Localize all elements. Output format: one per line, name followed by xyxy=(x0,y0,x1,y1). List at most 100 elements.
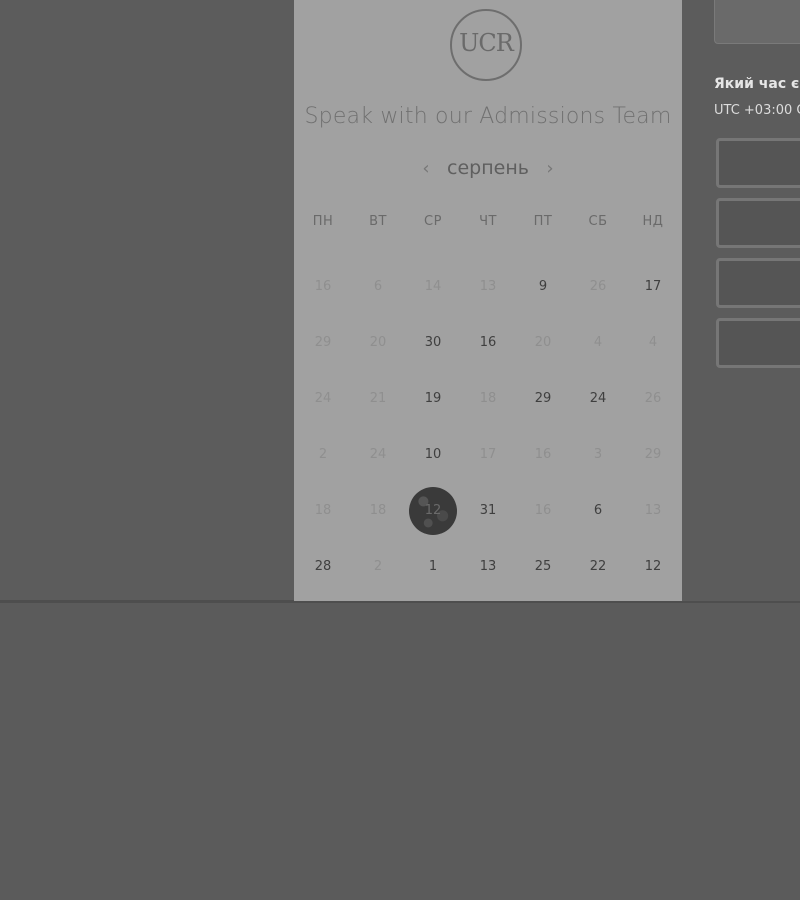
calendar-day-number: 20 xyxy=(534,335,552,350)
calendar-day[interactable]: 16 xyxy=(461,315,515,371)
calendar-day-number: 29 xyxy=(314,335,332,350)
weekday-label: СБ xyxy=(588,214,608,229)
calendar-day-number: 2 xyxy=(318,447,328,462)
calendar-day[interactable]: 22 xyxy=(571,539,625,595)
calendar-day[interactable]: 28 xyxy=(296,539,350,595)
calendar-day: 20 xyxy=(516,315,570,371)
calendar-day-number: 26 xyxy=(589,279,607,294)
calendar-day[interactable]: 24 xyxy=(571,371,625,427)
time-slot-button[interactable] xyxy=(716,138,800,188)
calendar-day-number: 29 xyxy=(534,391,552,406)
calendar-day: 24 xyxy=(351,427,405,483)
calendar-day: 24 xyxy=(296,371,350,427)
calendar-day: 13 xyxy=(626,483,680,539)
calendar-day-selected[interactable]: 12 xyxy=(406,483,460,539)
calendar-day-number: 14 xyxy=(424,279,442,294)
weekday-label: НД xyxy=(642,214,664,229)
card-title: Speak with our Admissions Team xyxy=(304,104,672,129)
calendar-day-number: 4 xyxy=(593,335,603,350)
calendar-day[interactable]: 9 xyxy=(516,259,570,315)
page-background-left xyxy=(0,0,294,600)
time-slot-button[interactable] xyxy=(716,318,800,368)
calendar-day-number: 3 xyxy=(593,447,603,462)
calendar-day[interactable]: 1 xyxy=(406,539,460,595)
scheduler-card: UCR Speak with our Admissions Team ‹ сер… xyxy=(294,0,682,601)
calendar-day: 18 xyxy=(296,483,350,539)
timezone-question: Який час є xyxy=(714,76,800,92)
time-slot-button[interactable] xyxy=(716,258,800,308)
calendar-day[interactable]: 29 xyxy=(516,371,570,427)
calendar-day[interactable]: 17 xyxy=(626,259,680,315)
calendar-day: 18 xyxy=(461,371,515,427)
calendar-day: 20 xyxy=(351,315,405,371)
calendar-day: 21 xyxy=(351,371,405,427)
calendar-day-number: 9 xyxy=(538,279,548,294)
time-slot-button[interactable] xyxy=(716,198,800,248)
calendar-day: 2 xyxy=(296,427,350,483)
weekday-header: ПН ВТ СР ЧТ ПТ СБ НД xyxy=(294,214,682,234)
calendar-day-number: 29 xyxy=(644,447,662,462)
calendar-day[interactable]: 31 xyxy=(461,483,515,539)
chevron-right-icon[interactable]: › xyxy=(537,158,563,179)
calendar-day: 14 xyxy=(406,259,460,315)
calendar-day-number: 1 xyxy=(428,559,438,574)
calendar-day-number: 17 xyxy=(644,279,662,294)
calendar-day-number: 13 xyxy=(479,279,497,294)
calendar-day-number: 17 xyxy=(479,447,497,462)
calendar-day-number: 16 xyxy=(534,503,552,518)
month-navigation: ‹ серпень › xyxy=(294,154,682,182)
calendar-day: 16 xyxy=(516,483,570,539)
calendar-day-number: 20 xyxy=(369,335,387,350)
calendar-day-number: 4 xyxy=(648,335,658,350)
calendar-day-number: 18 xyxy=(369,503,387,518)
calendar-day: 29 xyxy=(296,315,350,371)
calendar-day-number: 26 xyxy=(644,391,662,406)
chevron-left-icon[interactable]: ‹ xyxy=(413,158,439,179)
weekday-label: ПТ xyxy=(533,214,553,229)
calendar-day: 18 xyxy=(351,483,405,539)
time-selection-panel: Який час є UTC +03:00 С xyxy=(682,0,800,601)
calendar-day: 4 xyxy=(571,315,625,371)
calendar-day-number: 6 xyxy=(593,503,603,518)
calendar-day: 4 xyxy=(626,315,680,371)
calendar-day: 16 xyxy=(296,259,350,315)
weekday-label: ЧТ xyxy=(479,214,497,229)
calendar-day[interactable]: 12 xyxy=(626,539,680,595)
calendar-day[interactable]: 30 xyxy=(406,315,460,371)
top-field[interactable] xyxy=(714,0,800,44)
weekday-label: СР xyxy=(424,214,442,229)
calendar-day: 16 xyxy=(516,427,570,483)
calendar-day-number: 18 xyxy=(314,503,332,518)
calendar-day: 26 xyxy=(626,371,680,427)
timezone-value[interactable]: UTC +03:00 С xyxy=(714,103,800,118)
calendar-day[interactable]: 25 xyxy=(516,539,570,595)
calendar-day: 6 xyxy=(351,259,405,315)
calendar-day-number: 16 xyxy=(534,447,552,462)
calendar-day: 3 xyxy=(571,427,625,483)
calendar-day-number: 24 xyxy=(314,391,332,406)
calendar-day[interactable]: 10 xyxy=(406,427,460,483)
calendar-day-number: 18 xyxy=(479,391,497,406)
calendar-day[interactable]: 6 xyxy=(571,483,625,539)
weekday-label: ВТ xyxy=(369,214,387,229)
calendar-day-number: 13 xyxy=(644,503,662,518)
calendar-day-number: 19 xyxy=(424,391,442,406)
calendar-day-number: 6 xyxy=(373,279,383,294)
calendar-day[interactable]: 19 xyxy=(406,371,460,427)
calendar-day-number: 22 xyxy=(589,559,607,574)
calendar-day-number: 25 xyxy=(534,559,552,574)
calendar-day-number: 28 xyxy=(314,559,332,574)
calendar-day-number: 24 xyxy=(369,447,387,462)
calendar-day: 29 xyxy=(626,427,680,483)
calendar-day[interactable]: 13 xyxy=(461,539,515,595)
calendar-day-number: 16 xyxy=(479,335,497,350)
calendar-day-number: 12 xyxy=(644,559,662,574)
weekday-label: ПН xyxy=(312,214,334,229)
calendar-day: 2 xyxy=(351,539,405,595)
calendar-day-number: 30 xyxy=(424,335,442,350)
calendar-day-number: 13 xyxy=(479,559,497,574)
month-label: серпень xyxy=(447,157,529,179)
logo-text: UCR xyxy=(459,29,514,57)
calendar-day-number: 2 xyxy=(373,559,383,574)
calendar-day-number: 10 xyxy=(424,447,442,462)
